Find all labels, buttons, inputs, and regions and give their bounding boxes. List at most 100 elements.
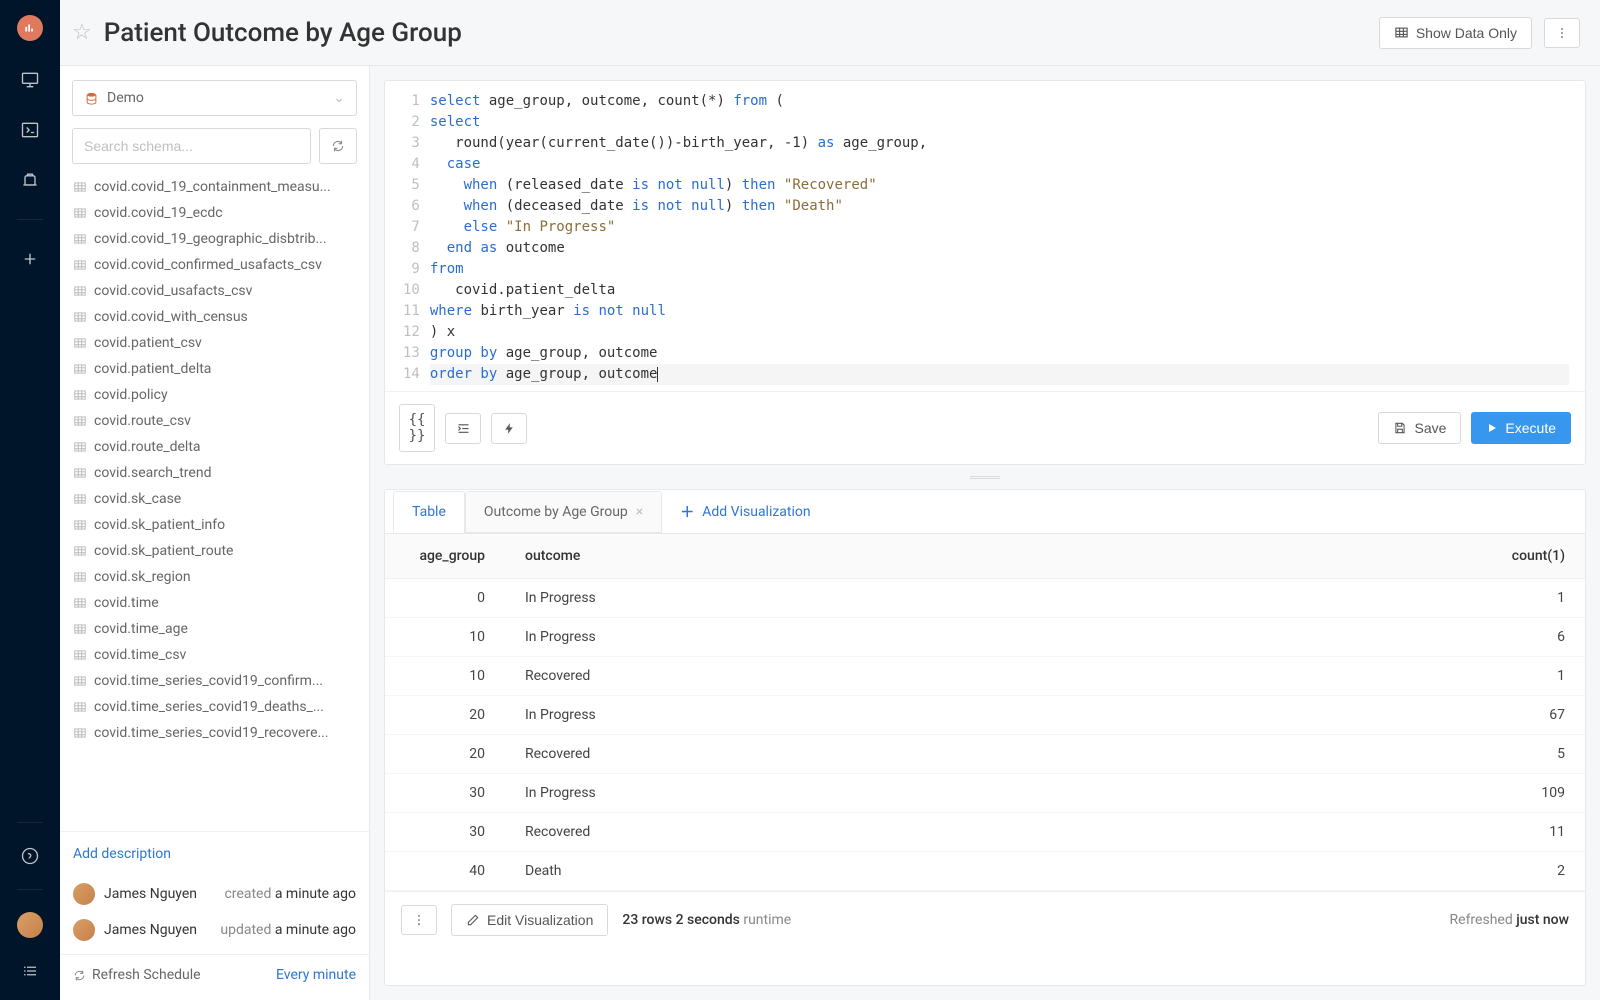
close-icon[interactable]: ×: [636, 504, 643, 520]
schema-table-name: covid.time_series_covid19_recovere...: [94, 725, 329, 741]
table-icon: [73, 700, 87, 714]
schema-table-name: covid.time_age: [94, 621, 188, 637]
updated-by-row: James Nguyen updated a minute ago: [60, 912, 369, 948]
author-avatar: [73, 919, 95, 941]
schema-table-name: covid.sk_patient_route: [94, 543, 233, 559]
schema-table-name: covid.time_series_covid19_deaths_...: [94, 699, 324, 715]
schema-table-item[interactable]: covid.covid_usafacts_csv: [60, 278, 369, 304]
schema-table-item[interactable]: covid.policy: [60, 382, 369, 408]
show-data-only-label: Show Data Only: [1416, 25, 1517, 41]
author-name: James Nguyen: [104, 922, 197, 938]
schema-table-name: covid.route_csv: [94, 413, 191, 429]
schema-table-name: covid.sk_region: [94, 569, 191, 585]
table-icon: [73, 518, 87, 532]
add-description-link[interactable]: Add description: [73, 846, 171, 862]
schema-table-item[interactable]: covid.time: [60, 590, 369, 616]
schema-table-item[interactable]: covid.patient_delta: [60, 356, 369, 382]
results-card: Table Outcome by Age Group × ＋ Add Visua…: [384, 489, 1586, 986]
datasource-select[interactable]: Demo ⌄: [72, 80, 357, 116]
column-header[interactable]: outcome: [505, 534, 1092, 579]
add-visualization-button[interactable]: ＋ Add Visualization: [662, 490, 828, 534]
table-icon: [73, 180, 87, 194]
monitor-icon[interactable]: [19, 69, 41, 91]
schema-table-item[interactable]: covid.route_delta: [60, 434, 369, 460]
schema-table-item[interactable]: covid.covid_confirmed_usafacts_csv: [60, 252, 369, 278]
sql-editor[interactable]: 1234567891011121314 select age_group, ou…: [385, 81, 1585, 391]
column-header[interactable]: age_group: [385, 534, 505, 579]
schema-table-item[interactable]: covid.sk_case: [60, 486, 369, 512]
schema-refresh-button[interactable]: [319, 128, 357, 164]
table-icon: [73, 284, 87, 298]
editor-toolbar: {{ }} Save: [385, 391, 1585, 464]
schema-table-item[interactable]: covid.sk_patient_info: [60, 512, 369, 538]
page-title: Patient Outcome by Age Group: [104, 18, 1367, 48]
table-row[interactable]: 30Recovered11: [385, 813, 1585, 852]
schema-table-name: covid.patient_delta: [94, 361, 211, 377]
schema-table-item[interactable]: covid.covid_19_ecdc: [60, 200, 369, 226]
results-footer: Edit Visualization 23 rows 2 seconds run…: [385, 891, 1585, 948]
author-name: James Nguyen: [104, 886, 197, 902]
schema-table-item[interactable]: covid.search_trend: [60, 460, 369, 486]
table-icon: [73, 310, 87, 324]
user-avatar[interactable]: [17, 912, 43, 938]
table-row[interactable]: 20Recovered5: [385, 735, 1585, 774]
column-header[interactable]: count(1): [1092, 534, 1585, 579]
execute-button[interactable]: Execute: [1471, 412, 1571, 444]
favorite-star-icon[interactable]: ☆: [72, 20, 92, 45]
schema-search-input[interactable]: [72, 128, 311, 164]
tab-visualization[interactable]: Outcome by Age Group ×: [465, 491, 662, 533]
schema-table-item[interactable]: covid.route_csv: [60, 408, 369, 434]
table-row[interactable]: 10Recovered1: [385, 657, 1585, 696]
schema-table-item[interactable]: covid.covid_19_geographic_disbtrib...: [60, 226, 369, 252]
schema-table-item[interactable]: covid.time_age: [60, 616, 369, 642]
table-icon: [73, 726, 87, 740]
schema-table-item[interactable]: covid.covid_19_containment_measu...: [60, 174, 369, 200]
results-more-button[interactable]: [401, 905, 437, 935]
schema-table-item[interactable]: covid.covid_with_census: [60, 304, 369, 330]
schema-table-item[interactable]: covid.patient_csv: [60, 330, 369, 356]
table-row[interactable]: 30In Progress109: [385, 774, 1585, 813]
schema-table-name: covid.covid_usafacts_csv: [94, 283, 252, 299]
table-row[interactable]: 10In Progress6: [385, 618, 1585, 657]
plus-icon[interactable]: [19, 248, 41, 270]
list-icon[interactable]: [19, 960, 41, 982]
schema-table-item[interactable]: covid.time_csv: [60, 642, 369, 668]
table-icon: [73, 258, 87, 272]
schema-table-name: covid.covid_confirmed_usafacts_csv: [94, 257, 322, 273]
terminal-icon[interactable]: [19, 119, 41, 141]
save-button[interactable]: Save: [1378, 412, 1461, 444]
more-menu-button[interactable]: [1544, 18, 1580, 48]
schema-table-name: covid.time_series_covid19_confirm...: [94, 673, 323, 689]
schema-table-item[interactable]: covid.sk_region: [60, 564, 369, 590]
app-logo[interactable]: [17, 15, 43, 41]
indent-button[interactable]: [445, 413, 481, 444]
refreshed-text: Refreshed just now: [1450, 912, 1569, 928]
tab-table[interactable]: Table: [393, 491, 465, 533]
refresh-schedule-row[interactable]: Refresh Schedule Every minute: [60, 954, 369, 1000]
schema-table-item[interactable]: covid.time_series_covid19_confirm...: [60, 668, 369, 694]
table-icon: [73, 440, 87, 454]
schema-table-item[interactable]: covid.sk_patient_route: [60, 538, 369, 564]
schema-table-item[interactable]: covid.time_series_covid19_recovere...: [60, 720, 369, 746]
autocomplete-button[interactable]: [491, 413, 527, 444]
schema-sidebar: Demo ⌄ covid.covid_19_containment_measu.…: [60, 66, 370, 1000]
table-row[interactable]: 40Death2: [385, 852, 1585, 891]
schema-table-name: covid.patient_csv: [94, 335, 202, 351]
schema-table-item[interactable]: covid.time_series_covid19_deaths_...: [60, 694, 369, 720]
table-icon: [73, 466, 87, 480]
play-icon: [1486, 422, 1498, 434]
dots-vertical-icon: [1555, 26, 1569, 40]
schema-table-name: covid.covid_19_containment_measu...: [94, 179, 331, 195]
alert-icon[interactable]: [19, 169, 41, 191]
show-data-only-button[interactable]: Show Data Only: [1379, 17, 1532, 49]
table-row[interactable]: 0In Progress1: [385, 579, 1585, 618]
table-row[interactable]: 20In Progress67: [385, 696, 1585, 735]
help-icon[interactable]: [19, 845, 41, 867]
sql-editor-card: 1234567891011121314 select age_group, ou…: [384, 80, 1586, 465]
schema-table-name: covid.policy: [94, 387, 168, 403]
format-braces-button[interactable]: {{ }}: [399, 404, 435, 452]
pane-resize-handle[interactable]: [384, 473, 1586, 481]
schema-table-name: covid.covid_19_geographic_disbtrib...: [94, 231, 327, 247]
edit-visualization-button[interactable]: Edit Visualization: [451, 904, 608, 936]
edit-icon: [466, 913, 480, 927]
